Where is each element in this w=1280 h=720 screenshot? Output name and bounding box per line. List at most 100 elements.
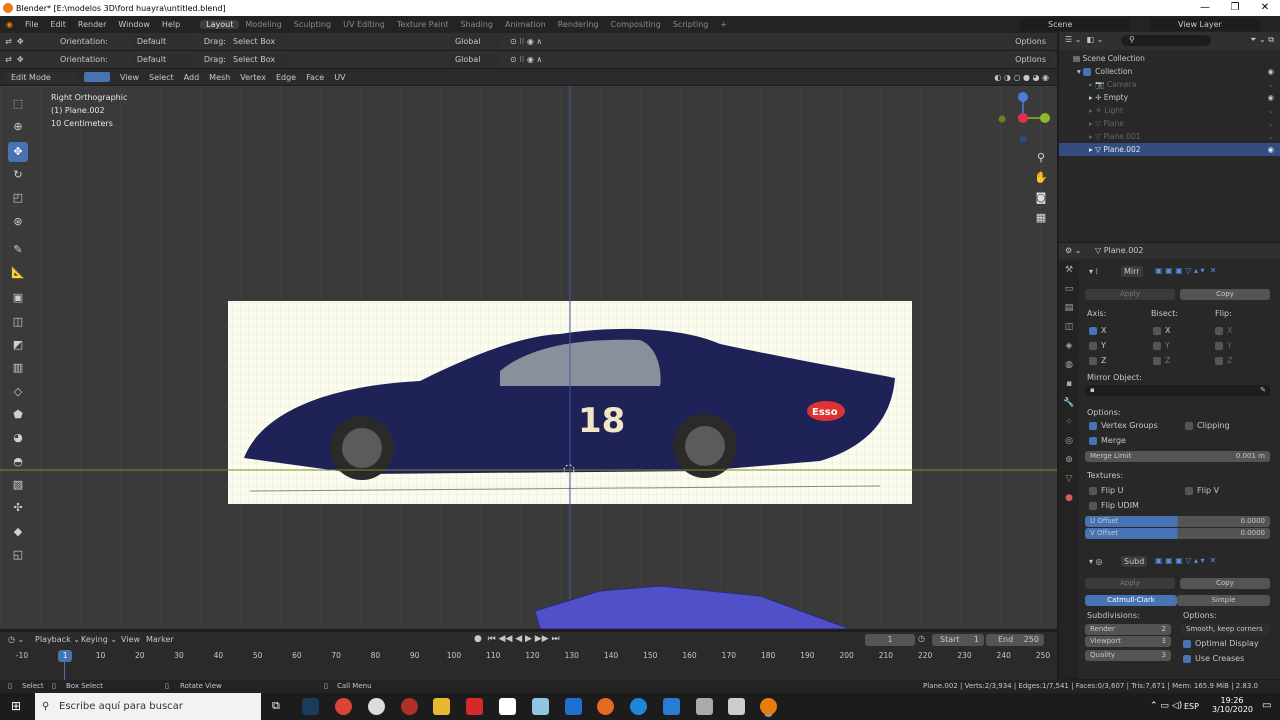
- scale-icon[interactable]: ◰: [8, 188, 28, 208]
- scene-tab-icon[interactable]: ◈: [1059, 337, 1079, 356]
- current-frame-field[interactable]: 1: [865, 634, 915, 646]
- shear-icon[interactable]: ◆: [8, 522, 28, 542]
- optimal-display-checkbox[interactable]: [1183, 639, 1191, 648]
- camera-icon[interactable]: ◙: [1033, 188, 1049, 208]
- visibility-eye-icon[interactable]: ◉: [1267, 91, 1274, 104]
- menu-window[interactable]: Window: [112, 20, 156, 29]
- flip-u-checkbox[interactable]: [1089, 486, 1097, 495]
- timeline-scrubber[interactable]: -10 1 10 20 30 40 50 60 70 80 90 100 110 120 130 140 150…: [0, 648, 1057, 680]
- windows-start-icon[interactable]: ⊞: [11, 699, 21, 713]
- outliner-item-plane-002[interactable]: ▸ ▽ Plane.002 ◉: [1059, 143, 1280, 156]
- menu-help[interactable]: Help: [156, 20, 186, 29]
- clipping-option[interactable]: Clipping: [1185, 421, 1230, 430]
- menu-uv[interactable]: UV: [334, 73, 345, 82]
- menu-view[interactable]: View: [120, 73, 139, 82]
- close-button[interactable]: ✕: [1250, 0, 1280, 16]
- data-tab-icon[interactable]: ▽: [1059, 470, 1079, 489]
- collection-checkbox[interactable]: [1083, 68, 1092, 76]
- menu-edge[interactable]: Edge: [276, 73, 296, 82]
- merge-limit-field[interactable]: Merge Limit 0.001 m: [1085, 451, 1270, 462]
- menu-select[interactable]: Select: [149, 73, 174, 82]
- visibility-eye-icon[interactable]: ◉: [1267, 65, 1274, 78]
- app-icon-5[interactable]: [696, 698, 713, 715]
- collection-row[interactable]: ▾ Collection ◉: [1059, 65, 1280, 78]
- scene-selector[interactable]: Scene: [1020, 18, 1130, 31]
- end-frame-field[interactable]: End 250: [986, 634, 1044, 646]
- u-offset-field[interactable]: U Offset 0.0000: [1085, 516, 1270, 527]
- notifications-icon[interactable]: ▭: [1262, 700, 1271, 711]
- menu-playback[interactable]: Playback ⌄: [35, 635, 80, 644]
- menu-edit[interactable]: Edit: [44, 20, 72, 29]
- eye-hidden-icon[interactable]: ⌄: [1268, 117, 1274, 130]
- outliner-item-plane-001[interactable]: ▸ ▽ Plane.001 ⌄: [1059, 130, 1280, 143]
- collapse-icon[interactable]: ▾ ◎: [1089, 557, 1103, 566]
- flip-u-option[interactable]: Flip U: [1089, 486, 1124, 495]
- menu-add[interactable]: Add: [184, 73, 200, 82]
- file-explorer-icon[interactable]: [433, 698, 450, 715]
- modifier-visibility-icons[interactable]: ▣ ▣ ▣ ▽ ▴ ▾ ✕: [1155, 556, 1216, 565]
- extrude-icon[interactable]: ▣: [8, 288, 28, 308]
- menu-render[interactable]: Render: [72, 20, 112, 29]
- tab-texture-paint[interactable]: Texture Paint: [391, 20, 455, 29]
- viewport-levels-field[interactable]: Viewport 3: [1085, 636, 1171, 647]
- inset-icon[interactable]: ◫: [8, 312, 28, 332]
- firefox-icon[interactable]: [597, 698, 614, 715]
- app-icon-2[interactable]: [401, 698, 418, 715]
- tab-scripting[interactable]: Scripting: [667, 20, 715, 29]
- flip-x-checkbox[interactable]: [1215, 326, 1223, 335]
- vertex-groups-option[interactable]: Vertex Groups: [1089, 421, 1158, 430]
- flip-v-option[interactable]: Flip V: [1185, 486, 1219, 495]
- outliner-item-empty[interactable]: ▸ ✛ Empty ◉: [1059, 91, 1280, 104]
- outliner-item-camera[interactable]: ▸ 📷 Camera ⌄: [1059, 78, 1280, 91]
- chrome-icon[interactable]: [335, 698, 352, 715]
- menu-marker[interactable]: Marker: [146, 635, 174, 644]
- steam-icon[interactable]: [302, 698, 319, 715]
- taskbar-search-input[interactable]: ⚲ Escribe aquí para buscar: [35, 693, 261, 720]
- poly-build-icon[interactable]: ⬟: [8, 405, 28, 425]
- render-levels-field[interactable]: Render 2: [1085, 624, 1171, 635]
- zoom-icon[interactable]: ⚲: [1033, 148, 1049, 168]
- material-tab-icon[interactable]: ●: [1059, 489, 1079, 508]
- visibility-eye-icon[interactable]: ◉: [1267, 143, 1274, 156]
- bisect-z-checkbox[interactable]: [1153, 356, 1161, 365]
- transform-orientation-dropdown-2[interactable]: Global: [449, 54, 500, 65]
- constraints-tab-icon[interactable]: ⊛: [1059, 451, 1079, 470]
- outliner-editor-icon[interactable]: ☰ ⌄ ◧ ⌄: [1065, 35, 1103, 44]
- app-icon-6[interactable]: [728, 698, 745, 715]
- world-tab-icon[interactable]: ◍: [1059, 356, 1079, 375]
- modifier-tab-icon[interactable]: 🔧: [1059, 394, 1079, 413]
- preview-range-icon[interactable]: ◷: [918, 634, 925, 643]
- flip-y-checkbox[interactable]: [1215, 341, 1223, 350]
- view-layer-selector[interactable]: View Layer: [1150, 18, 1260, 31]
- tab-rendering[interactable]: Rendering: [552, 20, 605, 29]
- transform-icon-tool[interactable]: ⊛: [8, 212, 28, 232]
- quality-field[interactable]: Quality 3: [1085, 650, 1171, 661]
- blender-taskbar-icon[interactable]: [760, 698, 777, 715]
- orientation-dropdown-2[interactable]: Default: [131, 54, 194, 65]
- cursor-icon[interactable]: ⊕: [8, 117, 28, 137]
- clock[interactable]: 19:26 3/10/2020: [1212, 696, 1253, 714]
- app-icon-3[interactable]: [532, 698, 549, 715]
- smooth-icon[interactable]: ◓: [8, 452, 28, 472]
- shading-mode-icons[interactable]: ◐ ◑ ○ ● ◕ ◉: [994, 73, 1049, 82]
- app-icon-4[interactable]: [663, 698, 680, 715]
- subdivision-apply-button[interactable]: Apply: [1085, 578, 1175, 589]
- modifier-visibility-icons[interactable]: ▣ ▣ ▣ ▽ ▴ ▾ ✕: [1155, 266, 1216, 275]
- flip-v-checkbox[interactable]: [1185, 486, 1193, 495]
- use-creases-option[interactable]: Use Creases: [1183, 654, 1244, 663]
- axis-x-checkbox[interactable]: [1089, 326, 1097, 335]
- acrobat-icon[interactable]: [466, 698, 483, 715]
- catmull-clark-button[interactable]: Catmull-Clark: [1085, 595, 1177, 606]
- collapse-icon[interactable]: ▾ ⁞: [1089, 267, 1098, 276]
- flip-udim-option[interactable]: Flip UDIM: [1089, 501, 1139, 510]
- 3d-viewport[interactable]: 18 Esso Right Orthographic (1) Plane.002…: [0, 86, 1057, 629]
- transform-icon[interactable]: ⇄ ✥: [0, 37, 38, 46]
- start-frame-field[interactable]: Start 1: [932, 634, 984, 646]
- outliner-search-input[interactable]: ⚲: [1121, 35, 1211, 46]
- blender-menu-icon[interactable]: ◉: [0, 20, 19, 29]
- optimal-display-option[interactable]: Optimal Display: [1183, 639, 1259, 648]
- pivot-icon-2[interactable]: ⊙ ⁝⁝ ◉ ∧: [510, 55, 542, 64]
- use-creases-checkbox[interactable]: [1183, 654, 1191, 663]
- mirror-object-field[interactable]: ▪ ✎: [1085, 385, 1270, 396]
- mail-icon[interactable]: [565, 698, 582, 715]
